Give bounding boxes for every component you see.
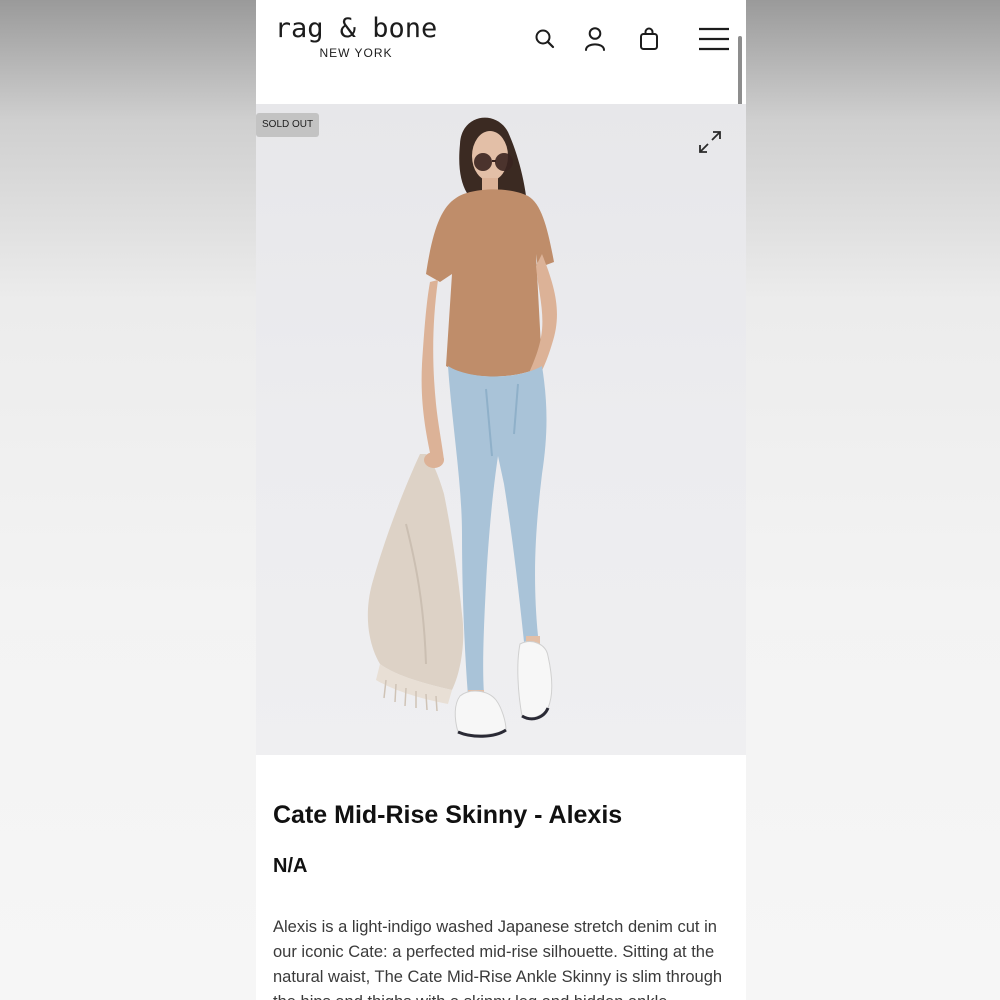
search-icon[interactable] bbox=[530, 24, 560, 54]
left-backdrop bbox=[0, 0, 256, 1000]
right-backdrop bbox=[746, 0, 1000, 1000]
product-title: Cate Mid-Rise Skinny - Alexis bbox=[273, 801, 623, 829]
model-photo bbox=[367, 117, 557, 738]
product-price: N/A bbox=[273, 855, 308, 877]
hamburger-menu-icon[interactable] bbox=[696, 24, 732, 54]
brand-name: rag & bone bbox=[274, 13, 438, 44]
account-icon[interactable] bbox=[580, 24, 610, 54]
expand-icon[interactable] bbox=[696, 128, 724, 156]
mobile-page: rag & bone NEW YORK SOLD OUT Cate Mid-Ri… bbox=[256, 0, 746, 1000]
product-image[interactable]: SOLD OUT bbox=[256, 104, 746, 755]
product-description: Alexis is a light-indigo washed Japanese… bbox=[273, 918, 723, 1000]
brand-logo[interactable]: rag & bone NEW YORK bbox=[266, 14, 446, 61]
shopping-bag-icon[interactable] bbox=[634, 24, 664, 54]
brand-location: NEW YORK bbox=[319, 46, 393, 60]
sold-out-badge: SOLD OUT bbox=[256, 113, 320, 137]
site-header: rag & bone NEW YORK bbox=[256, 0, 746, 260]
